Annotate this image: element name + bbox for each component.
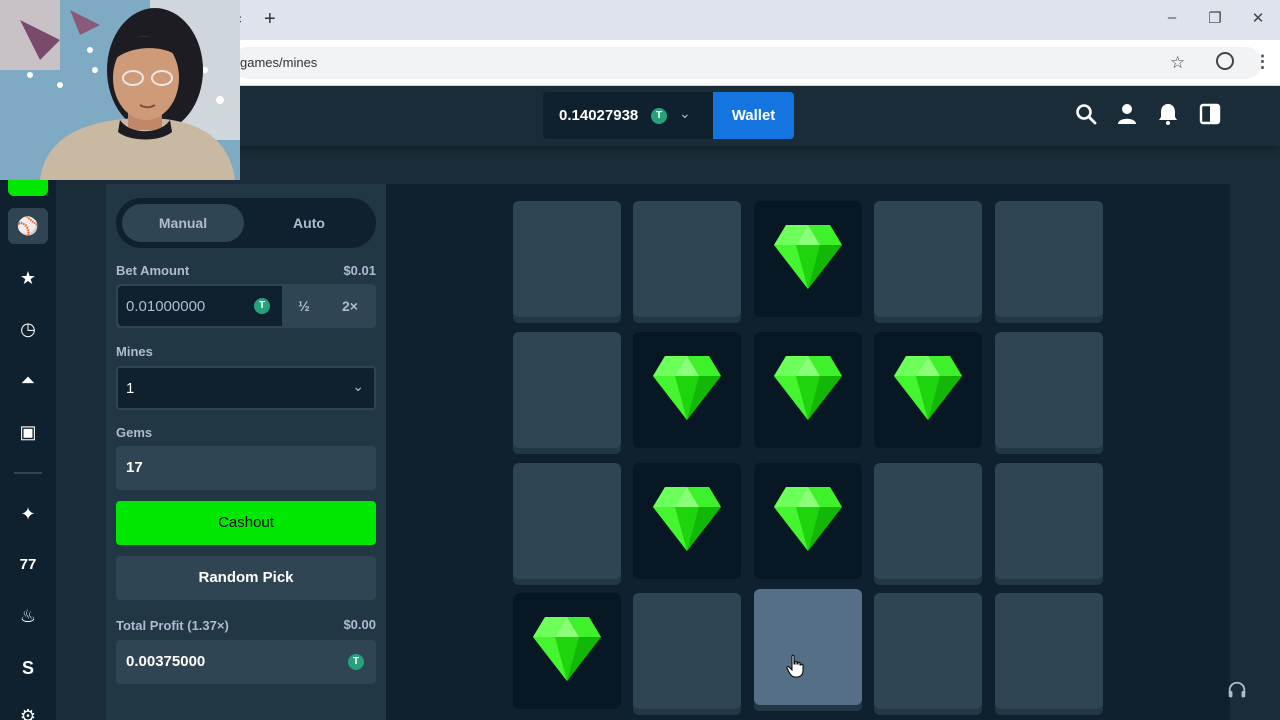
headset-icon[interactable] xyxy=(1226,680,1248,702)
bet-amount-input[interactable]: 0.01000000 T xyxy=(118,286,282,326)
total-profit-label: Total Profit (1.37×) xyxy=(116,618,229,633)
mine-tile[interactable] xyxy=(513,201,621,323)
sidebar-divider xyxy=(14,472,42,474)
bookmark-icon[interactable]: ▣ xyxy=(16,420,40,444)
balance-dropdown[interactable]: 0.14027938 T ⌄ xyxy=(543,92,713,139)
chevron-down-icon: ⌄ xyxy=(679,105,691,121)
balance-amount: 0.14027938 xyxy=(559,107,639,124)
bet-amount-usd: $0.01 xyxy=(343,263,376,278)
mine-tile[interactable] xyxy=(874,593,982,715)
mine-tile-gem xyxy=(633,463,741,579)
cashout-button[interactable]: Cashout xyxy=(116,501,376,545)
gems-label: Gems xyxy=(116,425,153,440)
random-pick-button[interactable]: Random Pick xyxy=(116,556,376,600)
star-icon[interactable]: ★ xyxy=(16,266,40,290)
total-profit-usd: $0.00 xyxy=(343,617,376,632)
bell-icon[interactable] xyxy=(1156,102,1180,126)
total-profit-value: 0.00375000 xyxy=(126,653,206,670)
gem-icon xyxy=(653,356,721,420)
bet-amount-label: Bet Amount xyxy=(116,263,190,278)
bet-controls-panel: Manual Auto Bet Amount $0.01 0.01000000 … xyxy=(106,184,386,720)
casino-icon[interactable]: ⚾ xyxy=(16,214,40,238)
webcam-overlay xyxy=(0,0,240,180)
user-icon[interactable] xyxy=(1115,102,1139,126)
url-text: games/mines xyxy=(240,55,318,70)
gem-icon xyxy=(653,487,721,551)
gems-field: 17 xyxy=(116,446,376,490)
gems-value: 17 xyxy=(126,459,143,476)
gem-icon xyxy=(774,487,842,551)
double-button[interactable]: 2× xyxy=(328,284,372,328)
tether-icon: T xyxy=(651,108,667,124)
gem-icon xyxy=(533,617,601,681)
close-window-button[interactable]: ✕ xyxy=(1246,9,1270,27)
mine-tile[interactable] xyxy=(995,332,1103,454)
mine-tile-gem xyxy=(513,593,621,709)
mine-tile-gem xyxy=(633,332,741,448)
gem-icon xyxy=(894,356,962,420)
fire-icon[interactable]: ♨ xyxy=(16,604,40,628)
tether-icon: T xyxy=(254,298,270,314)
sevens-icon[interactable]: 77 xyxy=(16,553,40,577)
url-field[interactable]: games/mines xyxy=(232,47,1262,79)
mine-tile[interactable] xyxy=(633,201,741,323)
mine-tile[interactable] xyxy=(513,332,621,454)
mine-tile[interactable] xyxy=(633,593,741,715)
stake-icon[interactable]: S xyxy=(16,656,40,680)
chevron-down-icon: ⌄ xyxy=(352,378,364,394)
clock-icon[interactable]: ◷ xyxy=(16,317,40,341)
mine-tile-gem xyxy=(754,201,862,317)
gear-icon[interactable]: ⚙ xyxy=(16,704,40,720)
new-tab-button[interactable]: + xyxy=(264,8,276,31)
tab-auto[interactable]: Auto xyxy=(248,204,370,242)
tether-icon: T xyxy=(348,654,364,670)
mines-select[interactable]: 1 ⌄ xyxy=(116,366,376,410)
sparkle-icon[interactable]: ✦ xyxy=(16,502,40,526)
tab-manual[interactable]: Manual xyxy=(122,204,244,242)
mine-tile[interactable] xyxy=(513,463,621,585)
search-icon[interactable] xyxy=(1074,102,1098,126)
half-button[interactable]: ½ xyxy=(282,284,326,328)
gem-icon xyxy=(774,225,842,289)
bet-amount-group: 0.01000000 T ½ 2× xyxy=(116,284,376,328)
mine-tile[interactable] xyxy=(874,201,982,323)
profile-icon[interactable] xyxy=(1216,52,1234,70)
bookmark-star-icon[interactable]: ☆ xyxy=(1170,53,1185,73)
hand-cursor-icon xyxy=(786,654,804,678)
mine-tile[interactable] xyxy=(995,463,1103,585)
mines-game-area xyxy=(386,184,1230,720)
flask-icon[interactable]: ⏶ xyxy=(16,368,40,392)
restore-button[interactable]: ❐ xyxy=(1203,9,1227,27)
mines-value: 1 xyxy=(126,380,135,397)
webcam-person-image xyxy=(0,0,240,180)
sidebar-toggle-icon[interactable] xyxy=(1198,102,1222,126)
gem-icon xyxy=(774,356,842,420)
mine-tile-gem xyxy=(754,463,862,579)
mine-tile-gem xyxy=(874,332,982,448)
total-profit-field: 0.00375000 T xyxy=(116,640,376,684)
mine-tile-hovered[interactable] xyxy=(754,589,862,711)
menu-kebab-icon[interactable]: ⋮ xyxy=(1254,52,1271,72)
bet-amount-value: 0.01000000 xyxy=(126,298,206,315)
sidebar: ⚾ ★ ◷ ⏶ ▣ ✦ 77 ♨ S ⚙ xyxy=(0,146,56,720)
mines-label: Mines xyxy=(116,344,153,359)
wallet-button[interactable]: Wallet xyxy=(713,92,794,139)
mode-toggle: Manual Auto xyxy=(116,198,376,248)
mine-tile[interactable] xyxy=(995,593,1103,715)
minimize-button[interactable]: – xyxy=(1160,9,1184,26)
mine-tile-gem xyxy=(754,332,862,448)
mine-tile[interactable] xyxy=(874,463,982,585)
mine-tile[interactable] xyxy=(995,201,1103,323)
